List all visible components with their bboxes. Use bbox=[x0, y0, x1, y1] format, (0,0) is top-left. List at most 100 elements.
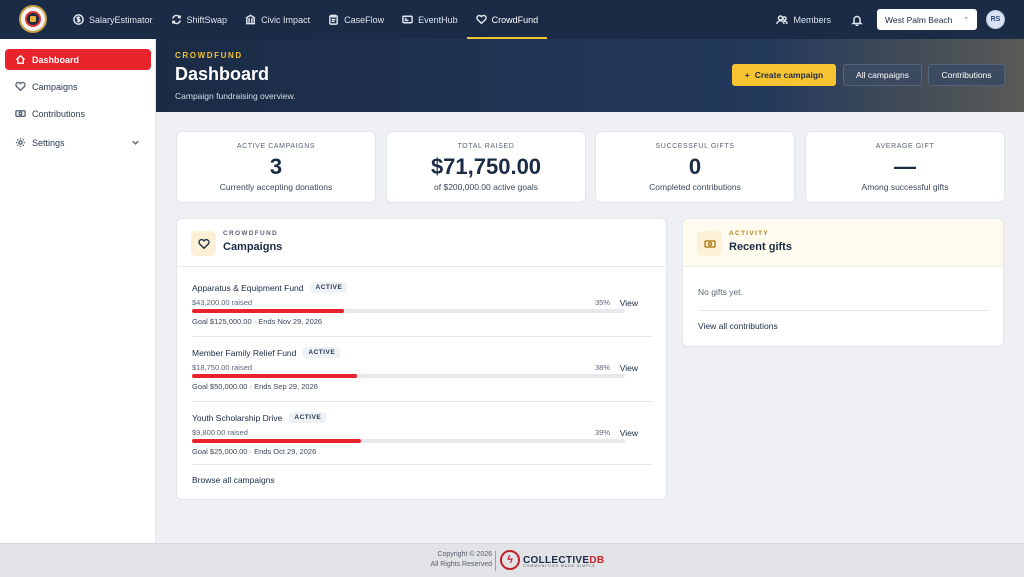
heart-icon bbox=[475, 14, 487, 25]
stat-value: $71,750.00 bbox=[430, 154, 542, 179]
view-campaign-link[interactable]: View bbox=[620, 298, 638, 308]
campaign-percent: 38% bbox=[594, 363, 610, 372]
stat-value: 0 bbox=[688, 154, 702, 179]
users-icon bbox=[776, 14, 789, 24]
sidebar-item-contributions[interactable]: Contributions bbox=[5, 103, 151, 124]
rights-line: All Rights Reserved bbox=[430, 561, 492, 568]
campaign-name: Member Family Relief Fund ACTIVE bbox=[192, 347, 341, 358]
dollar-icon bbox=[73, 14, 84, 25]
create-campaign-label: Create campaign bbox=[754, 70, 824, 80]
badge-icon bbox=[25, 11, 41, 27]
stat-card-active-campaigns: ACTIVE CAMPAIGNS 3 Currently accepting d… bbox=[176, 131, 376, 203]
nav-label: CrowdFund bbox=[491, 14, 539, 25]
city-select[interactable]: West Palm Beach ⌃ bbox=[877, 9, 977, 30]
view-campaign-link[interactable]: View bbox=[620, 428, 638, 438]
page-kicker: CROWDFUND bbox=[175, 51, 243, 60]
status-badge: ACTIVE bbox=[289, 412, 327, 423]
progress-track bbox=[192, 439, 625, 443]
updown-chevron-icon: ⌃ bbox=[963, 16, 969, 24]
status-badge: ACTIVE bbox=[310, 282, 348, 293]
status-badge: ACTIVE bbox=[303, 347, 341, 358]
chevron-down-icon bbox=[132, 140, 139, 145]
panel-header: CROWDFUND Campaigns bbox=[177, 219, 666, 267]
campaign-name: Apparatus & Equipment Fund ACTIVE bbox=[192, 282, 348, 293]
divider bbox=[192, 401, 653, 402]
campaign-row: Youth Scholarship Drive ACTIVE $9,800.00… bbox=[192, 412, 653, 477]
page-header: CROWDFUND Dashboard Campaign fundraising… bbox=[156, 39, 1024, 112]
stat-label: AVERAGE GIFT bbox=[875, 143, 935, 150]
stat-card-successful-gifts: SUCCESSFUL GIFTS 0 Completed contributio… bbox=[595, 131, 795, 203]
copyright: Copyright © 2026 All Rights Reserved bbox=[412, 550, 492, 570]
divider bbox=[698, 310, 989, 311]
progress-fill bbox=[192, 439, 361, 443]
campaign-raised: $18,750.00 raised bbox=[192, 363, 253, 372]
campaign-raised: $43,200.00 raised bbox=[192, 298, 253, 307]
campaign-row: Apparatus & Equipment Fund ACTIVE $43,20… bbox=[192, 282, 653, 347]
avatar[interactable]: RS bbox=[986, 10, 1005, 29]
nav-item-shiftswap[interactable]: ShiftSwap bbox=[162, 0, 237, 39]
browse-all-campaigns-link[interactable]: Browse all campaigns bbox=[192, 475, 275, 485]
ticket-icon bbox=[402, 14, 413, 25]
money-icon bbox=[697, 231, 722, 256]
footer-separator bbox=[495, 551, 496, 571]
stat-subtext: of $200,000.00 active goals bbox=[434, 182, 538, 192]
gear-icon bbox=[15, 137, 26, 148]
members-link[interactable]: Members bbox=[776, 14, 831, 26]
sidebar-item-settings[interactable]: Settings bbox=[5, 132, 151, 153]
bell-icon[interactable] bbox=[851, 14, 863, 26]
panel-kicker: ACTIVITY bbox=[729, 230, 770, 237]
stat-card-total-raised: TOTAL RAISED $71,750.00 of $200,000.00 a… bbox=[386, 131, 586, 203]
campaign-meta: Goal $50,000.00 · Ends Sep 29, 2026 bbox=[192, 382, 318, 391]
campaign-title: Apparatus & Equipment Fund bbox=[192, 282, 304, 293]
heart-icon bbox=[15, 81, 26, 92]
nav-label: EventHub bbox=[418, 14, 458, 25]
stat-subtext: Currently accepting donations bbox=[219, 182, 333, 192]
top-nav: SalaryEstimator ShiftSwap Civic Impact C… bbox=[0, 0, 1024, 39]
sidebar-item-dashboard[interactable]: Dashboard bbox=[5, 49, 151, 70]
view-all-contributions-link[interactable]: View all contributions bbox=[698, 321, 778, 331]
view-campaign-link[interactable]: View bbox=[620, 363, 638, 373]
all-campaigns-button[interactable]: All campaigns bbox=[843, 64, 922, 86]
page-title: Dashboard bbox=[175, 64, 270, 84]
campaign-meta: Goal $25,000.00 · Ends Oct 29, 2026 bbox=[192, 447, 317, 456]
sidebar-item-label: Dashboard bbox=[32, 54, 80, 65]
campaign-percent: 39% bbox=[594, 428, 610, 437]
campaign-percent: 35% bbox=[594, 298, 610, 307]
campaign-meta: Goal $125,000.00 · Ends Nov 29, 2026 bbox=[192, 317, 323, 326]
divider bbox=[192, 464, 653, 465]
sidebar: Dashboard Campaigns Contributions Settin… bbox=[0, 39, 156, 543]
campaign-raised: $9,800.00 raised bbox=[192, 428, 248, 437]
nav-item-civic-impact[interactable]: Civic Impact bbox=[236, 0, 319, 39]
campaign-name: Youth Scholarship Drive ACTIVE bbox=[192, 412, 327, 423]
money-icon bbox=[15, 110, 26, 117]
stat-value: — bbox=[894, 154, 916, 179]
nav-label: CaseFlow bbox=[344, 14, 385, 25]
app-nav: SalaryEstimator ShiftSwap Civic Impact C… bbox=[64, 0, 547, 39]
footer-logo[interactable]: ϟ COLLECTIVEDB COMMUNITIES MADE SIMPLE bbox=[500, 550, 604, 570]
nav-item-caseflow[interactable]: CaseFlow bbox=[319, 0, 393, 39]
progress-fill bbox=[192, 309, 344, 313]
logo[interactable] bbox=[19, 5, 47, 33]
contributions-button[interactable]: Contributions bbox=[928, 64, 1005, 86]
progress-track bbox=[192, 374, 625, 378]
progress-fill bbox=[192, 374, 357, 378]
divider bbox=[192, 336, 653, 337]
progress-track bbox=[192, 309, 625, 313]
clipboard-icon bbox=[328, 14, 339, 25]
sidebar-item-label: Campaigns bbox=[32, 81, 78, 92]
home-icon bbox=[15, 54, 26, 64]
nav-item-salaryestimator[interactable]: SalaryEstimator bbox=[64, 0, 162, 39]
heart-icon bbox=[191, 231, 216, 256]
create-campaign-button[interactable]: + Create campaign bbox=[732, 64, 836, 86]
sidebar-item-campaigns[interactable]: Campaigns bbox=[5, 76, 151, 97]
nav-item-crowdfund[interactable]: CrowdFund bbox=[466, 0, 548, 39]
empty-state-text: No gifts yet. bbox=[698, 287, 743, 297]
nav-label: Civic Impact bbox=[261, 14, 311, 25]
stat-card-average-gift: AVERAGE GIFT — Among successful gifts bbox=[805, 131, 1005, 203]
nav-label: ShiftSwap bbox=[186, 14, 228, 25]
building-icon bbox=[245, 14, 256, 25]
nav-item-eventhub[interactable]: EventHub bbox=[393, 0, 467, 39]
campaign-title: Youth Scholarship Drive bbox=[192, 412, 283, 423]
stat-label: TOTAL RAISED bbox=[457, 143, 515, 150]
recent-gifts-panel: ACTIVITY Recent gifts No gifts yet. View… bbox=[682, 218, 1004, 347]
